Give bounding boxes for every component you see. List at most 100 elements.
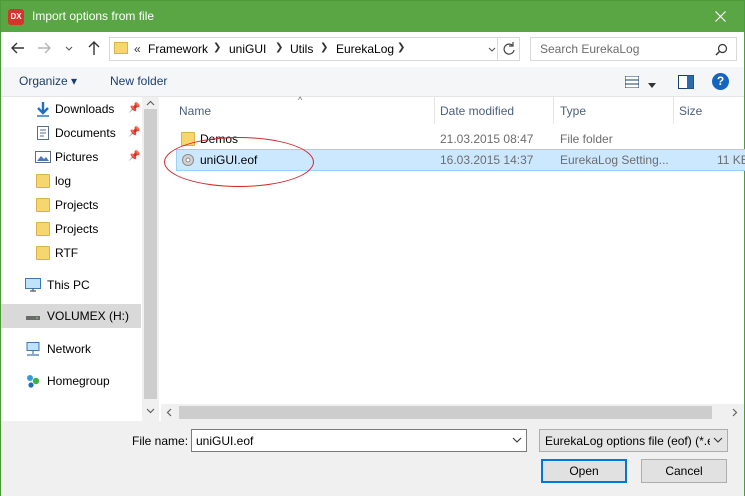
file-type-value: EurekaLog options file (eof) (*.eof) [545, 434, 710, 448]
breadcrumb-utils[interactable]: Utils [290, 42, 313, 56]
nav-item-downloads[interactable]: Downloads 📌 [1, 97, 141, 121]
nav-item-homegroup[interactable]: Homegroup [1, 369, 141, 393]
nav-item-volumex[interactable]: VOLUMEX (H:) [1, 304, 141, 328]
navigation-pane: Downloads 📌 Documents 📌 Pictures 📌 log P… [1, 97, 159, 421]
file-type: EurekaLog Setting... [560, 153, 669, 167]
column-header-size[interactable]: Size [679, 97, 702, 124]
address-history-button[interactable] [487, 44, 497, 58]
up-button[interactable] [85, 39, 103, 57]
chevron-down-icon [488, 47, 496, 52]
nav-item-label: This PC [47, 278, 90, 292]
homegroup-icon [27, 375, 40, 388]
file-name-input[interactable] [192, 430, 504, 451]
column-header-date[interactable]: Date modified [440, 97, 514, 124]
drive-icon [26, 316, 40, 320]
nav-item-label: Network [47, 342, 92, 356]
pin-icon[interactable]: 📌 [128, 103, 140, 114]
breadcrumb-separator-icon[interactable]: ❯ [275, 42, 283, 53]
caret-down-icon [648, 83, 656, 88]
scroll-left-icon[interactable] [166, 408, 172, 417]
breadcrumb-separator-icon[interactable]: ❯ [213, 42, 221, 53]
file-type-select[interactable]: EurekaLog options file (eof) (*.eof) [539, 429, 728, 452]
arrow-up-icon [88, 41, 100, 55]
dialog-footer: File name: EurekaLog options file (eof) … [1, 421, 744, 496]
nav-item-rtf[interactable]: RTF [1, 241, 141, 265]
scroll-down-icon[interactable] [146, 408, 155, 414]
close-button[interactable] [698, 1, 744, 32]
nav-item-network[interactable]: Network [1, 337, 141, 361]
breadcrumb-framework[interactable]: Framework [148, 42, 208, 56]
chevron-down-icon[interactable] [713, 435, 723, 445]
close-icon [715, 11, 726, 22]
nav-item-label: RTF [55, 246, 79, 260]
search-icon[interactable] [715, 43, 728, 56]
column-divider[interactable] [673, 97, 674, 124]
folder-icon [36, 174, 50, 188]
nav-item-label: Pictures [55, 150, 99, 164]
breadcrumb-unigui[interactable]: uniGUI [229, 42, 266, 56]
sort-ascending-icon: ^ [298, 95, 303, 105]
breadcrumb-separator-icon[interactable]: ❯ [320, 42, 328, 53]
arrow-left-icon [11, 42, 24, 54]
file-type: File folder [560, 132, 613, 146]
app-logo-icon: DX [8, 9, 24, 25]
title-bar: DX Import options from file [1, 1, 744, 32]
nav-item-pictures[interactable]: Pictures 📌 [1, 145, 141, 169]
nav-item-projects[interactable]: Projects [1, 193, 141, 217]
highlight-annotation [164, 137, 314, 187]
new-folder-button[interactable]: New folder [110, 74, 167, 88]
network-icon [26, 342, 40, 356]
nav-item-log[interactable]: log [1, 169, 141, 193]
nav-item-label: Homegroup [47, 374, 110, 388]
folder-icon [36, 246, 50, 260]
scroll-right-icon[interactable] [732, 408, 738, 417]
column-header-name[interactable]: Name [179, 97, 211, 124]
recent-locations-button[interactable] [63, 39, 75, 57]
column-header-type[interactable]: Type [560, 97, 586, 124]
cancel-button[interactable]: Cancel [641, 459, 727, 483]
breadcrumb-eurekalog[interactable]: EurekaLog [336, 42, 394, 56]
help-icon[interactable]: ? [712, 73, 729, 90]
view-list-icon [624, 75, 640, 89]
folder-icon [114, 42, 128, 54]
pin-icon[interactable]: 📌 [128, 151, 140, 162]
forward-button[interactable] [35, 39, 53, 57]
column-divider[interactable] [434, 97, 435, 124]
breadcrumb-separator-icon[interactable]: ❯ [397, 42, 405, 53]
search-input[interactable] [531, 38, 713, 60]
organize-menu[interactable]: Organize ▾ [19, 74, 77, 88]
nav-item-projects[interactable]: Projects [1, 217, 141, 241]
file-date: 16.03.2015 14:37 [440, 153, 534, 167]
pictures-icon [35, 151, 51, 163]
documents-icon [37, 126, 49, 140]
open-button[interactable]: Open [541, 459, 627, 483]
nav-item-label: Projects [55, 222, 99, 236]
back-button[interactable] [9, 39, 27, 57]
column-divider[interactable] [553, 97, 554, 124]
file-name-combobox[interactable] [191, 429, 527, 452]
address-bar[interactable]: « Framework ❯ uniGUI ❯ Utils ❯ EurekaLog… [109, 37, 520, 61]
dialog-title: Import options from file [32, 9, 155, 23]
file-list-hscrollbar[interactable] [161, 404, 744, 421]
refresh-icon [503, 42, 515, 55]
nav-item-label: Downloads [55, 102, 115, 116]
view-options-button[interactable] [624, 75, 640, 91]
breadcrumb-overflow[interactable]: « [134, 42, 141, 56]
refresh-button[interactable] [497, 38, 519, 60]
file-dialog: DX Import options from file « Framework [0, 0, 745, 496]
nav-item-this-pc[interactable]: This PC [1, 273, 141, 297]
hscroll-thumb[interactable] [179, 406, 712, 419]
arrow-right-icon [38, 42, 51, 54]
download-icon [37, 102, 49, 117]
nav-item-label: Projects [55, 198, 99, 212]
pin-icon[interactable]: 📌 [128, 127, 140, 138]
preview-pane-button[interactable] [678, 75, 694, 92]
scroll-up-icon[interactable] [146, 100, 155, 106]
nav-item-documents[interactable]: Documents 📌 [1, 121, 141, 145]
search-box[interactable] [530, 37, 737, 61]
nav-scrollbar-thumb[interactable] [144, 109, 157, 399]
chevron-down-icon[interactable] [512, 435, 522, 445]
nav-item-label: Documents [55, 126, 116, 140]
folder-icon [36, 222, 50, 236]
view-dropdown-button[interactable] [648, 78, 656, 92]
